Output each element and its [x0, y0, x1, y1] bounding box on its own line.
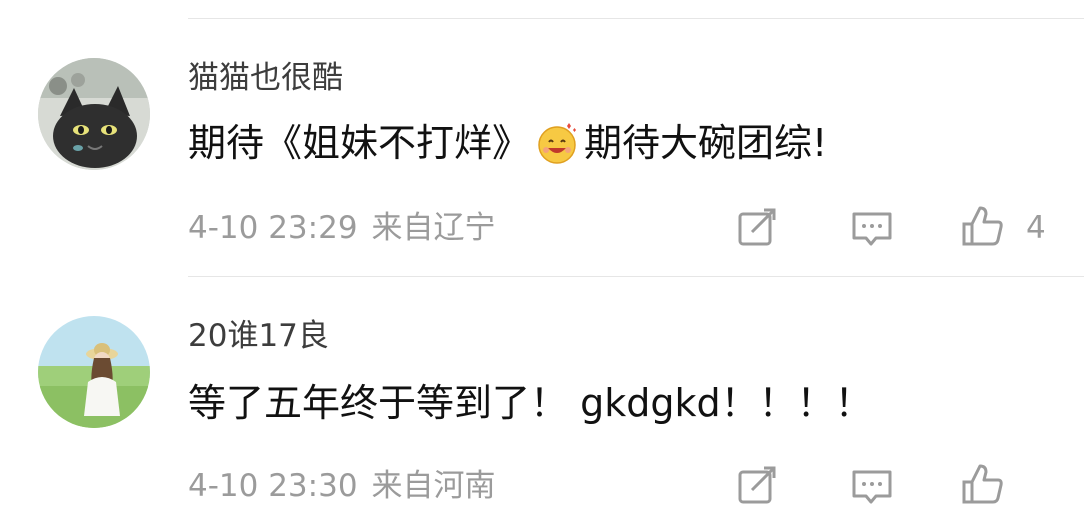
comment-time: 4-10 23:30 — [188, 468, 358, 504]
share-edit-icon[interactable] — [736, 464, 780, 508]
comment-location: 来自河南 — [371, 468, 496, 504]
comment-text: 期待《姐妹不打烊》 期待大碗团综! — [188, 118, 827, 168]
comment-text-part: 期待《姐妹不打烊》 — [188, 121, 531, 165]
girl-straw-hat-avatar-icon[interactable] — [38, 316, 150, 428]
black-cat-avatar-icon[interactable] — [38, 58, 150, 170]
comment-location: 来自辽宁 — [371, 210, 496, 246]
thumbs-up-icon[interactable] — [960, 204, 1004, 248]
comment-text-part: 等了五年终于等到了！ gkdgkd！！！！ — [188, 381, 873, 425]
comment-bubble-icon[interactable] — [850, 206, 894, 250]
username[interactable]: 20谁17良 — [188, 316, 329, 356]
comment-divider — [188, 276, 1084, 277]
comment-time: 4-10 23:29 — [188, 210, 358, 246]
comment-text: 等了五年终于等到了！ gkdgkd！！！！ — [188, 378, 873, 428]
comment-text-part: 期待大碗团综! — [584, 121, 828, 165]
comment-bubble-icon[interactable] — [850, 464, 894, 508]
like-count: 4 — [1026, 210, 1046, 246]
share-edit-icon[interactable] — [736, 206, 780, 250]
comment-meta: 4-10 23:30 来自河南 — [188, 466, 496, 506]
top-divider — [188, 18, 1084, 19]
username[interactable]: 猫猫也很酷 — [188, 58, 343, 98]
smiling-face-hearts-icon — [534, 120, 580, 166]
thumbs-up-icon[interactable] — [960, 462, 1004, 506]
comment-meta: 4-10 23:29 来自辽宁 — [188, 208, 496, 248]
